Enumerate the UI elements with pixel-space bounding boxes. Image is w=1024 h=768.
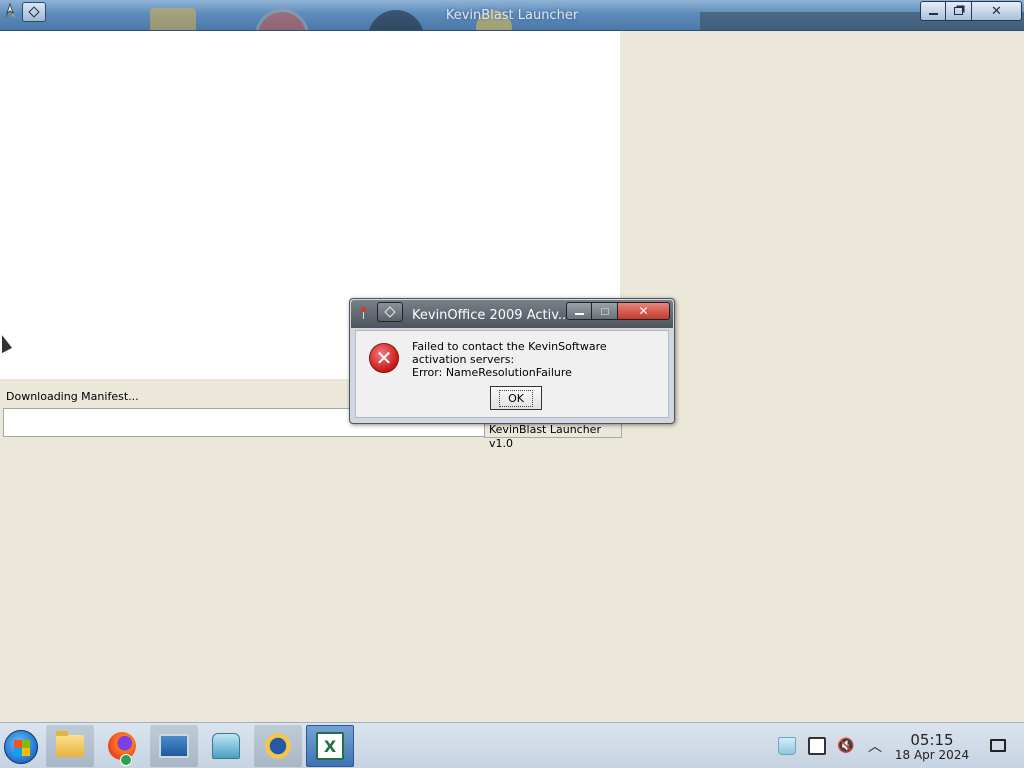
dialog-maximize-button[interactable] xyxy=(592,302,618,320)
launcher-titlebar[interactable]: KevinBlast Launcher ✕ xyxy=(0,0,1024,31)
window-menu-icon xyxy=(384,306,396,318)
close-button[interactable]: ✕ xyxy=(972,1,1022,21)
minimize-button[interactable] xyxy=(920,1,946,21)
ok-button-label: OK xyxy=(499,389,533,407)
volume-muted-icon[interactable]: 🔇 xyxy=(837,737,855,755)
error-icon: ✕ xyxy=(369,343,399,373)
taskbar-item-network[interactable] xyxy=(202,725,250,767)
dialog-close-button[interactable]: ✕ xyxy=(618,302,670,320)
minimize-icon xyxy=(928,12,938,15)
close-icon: ✕ xyxy=(991,3,1002,19)
message-line: Failed to contact the KevinSoftware acti… xyxy=(412,340,607,366)
windows-logo-icon xyxy=(14,740,30,756)
kevinblast-icon xyxy=(263,731,293,761)
dialog-body: ✕ Failed to contact the KevinSoftware ac… xyxy=(355,330,669,418)
mouse-cursor xyxy=(2,335,12,357)
activation-error-dialog: KevinOffice 2009 Activ... ✕ ✕ Failed to … xyxy=(349,298,675,424)
maximize-icon xyxy=(600,307,609,315)
recycle-bin-icon[interactable] xyxy=(778,737,796,755)
taskbar-item-excel[interactable]: X xyxy=(306,725,354,767)
minimize-icon xyxy=(574,312,584,315)
clipboard-icon[interactable] xyxy=(808,737,826,755)
clock-time: 05:15 xyxy=(910,731,954,749)
taskbar-item-remote-desktop[interactable] xyxy=(150,725,198,767)
dialog-minimize-button[interactable] xyxy=(566,302,592,320)
window-title: KevinBlast Launcher xyxy=(445,8,579,23)
ok-button[interactable]: OK xyxy=(490,386,542,410)
pin-icon[interactable] xyxy=(361,307,366,319)
error-detail: Error: NameResolutionFailure xyxy=(412,366,572,379)
clock-date: 18 Apr 2024 xyxy=(894,748,970,762)
folder-icon xyxy=(56,731,84,757)
clock[interactable]: 05:15 18 Apr 2024 xyxy=(892,732,972,762)
show-desktop-button[interactable] xyxy=(990,739,1006,752)
status-label: Downloading Manifest... xyxy=(6,390,139,403)
version-label: KevinBlast Launcher v1.0 xyxy=(484,423,622,450)
firefox-icon xyxy=(108,732,136,766)
dialog-titlebar[interactable]: KevinOffice 2009 Activ... ✕ xyxy=(351,300,673,328)
dialog-menu-button[interactable] xyxy=(377,302,403,322)
taskbar-item-firefox[interactable] xyxy=(98,725,146,767)
dialog-message: Failed to contact the KevinSoftware acti… xyxy=(412,340,662,379)
restore-button[interactable] xyxy=(946,1,972,21)
close-icon: ✕ xyxy=(638,304,649,318)
chevron-up-icon[interactable]: ︿ xyxy=(866,737,884,755)
start-button[interactable] xyxy=(4,730,38,764)
taskbar-item-kevinblast[interactable] xyxy=(254,725,302,767)
taskbar: X 🔇 ︿ 05:15 18 Apr 2024 xyxy=(0,722,1024,768)
excel-icon: X xyxy=(316,732,344,760)
taskbar-item-file-manager[interactable] xyxy=(46,725,94,767)
dialog-title: KevinOffice 2009 Activ... xyxy=(412,308,571,323)
network-icon xyxy=(212,733,240,759)
monitor-icon xyxy=(159,734,189,758)
restore-icon xyxy=(954,7,963,15)
